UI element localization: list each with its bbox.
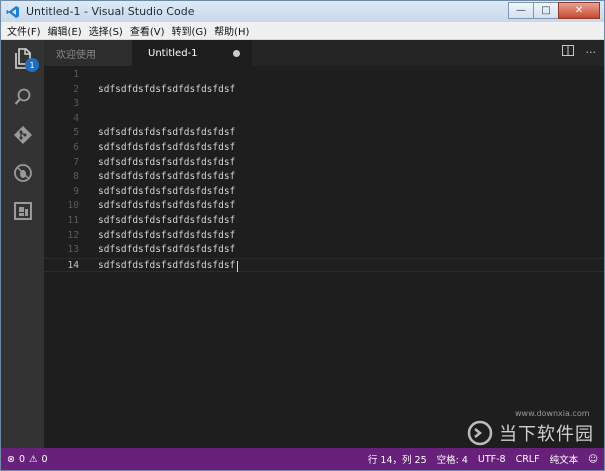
git-icon[interactable] bbox=[1, 116, 44, 154]
window-controls: — □ ✕ bbox=[508, 2, 600, 19]
line-number: 7 bbox=[73, 156, 79, 168]
watermark-text: 当下软件园 bbox=[499, 424, 594, 445]
encoding[interactable]: UTF-8 bbox=[478, 454, 506, 465]
editor-actions: ··· bbox=[550, 45, 597, 59]
tab-untitled-1[interactable]: Untitled-1 bbox=[132, 40, 252, 66]
warning-icon: ⚠ bbox=[29, 453, 38, 465]
editor-line[interactable]: 12 sdfsdfdsfdsfsdfdsfdsfdsf bbox=[44, 229, 604, 244]
editor-line[interactable]: 9 sdfsdfdsfdsfsdfdsfdsfdsf bbox=[44, 185, 604, 200]
cursor-position[interactable]: 行 14，列 25 bbox=[368, 452, 427, 466]
menu-view[interactable]: 查看(V) bbox=[130, 23, 165, 38]
more-actions-icon[interactable]: ··· bbox=[586, 46, 597, 59]
line-text: sdfsdfdsfdsfsdfdsfdsfdsf bbox=[98, 244, 236, 256]
error-icon: ⊗ bbox=[7, 453, 15, 465]
watermark-logo-icon bbox=[467, 420, 493, 446]
editor-area[interactable]: 1 2 sdfsdfdsfdsfsdfdsfdsfdsf 3 4 5 sdfsdfdsfds… bbox=[44, 66, 604, 448]
tab-bar: 欢迎使用 Untitled-1 ··· bbox=[44, 40, 604, 66]
watermark-url: www.downxia.com bbox=[515, 409, 590, 418]
tab-welcome[interactable]: 欢迎使用 bbox=[44, 40, 132, 66]
minimize-button[interactable]: — bbox=[508, 2, 534, 19]
line-number: 1 bbox=[73, 69, 79, 80]
tab-label: Untitled-1 bbox=[148, 47, 198, 59]
activity-bar: 1 bbox=[1, 40, 44, 448]
language-mode[interactable]: 纯文本 bbox=[550, 452, 579, 466]
unsaved-dot-icon[interactable] bbox=[233, 50, 240, 57]
line-number: 5 bbox=[73, 127, 79, 139]
text-cursor bbox=[237, 260, 238, 272]
editor-line[interactable]: 6 sdfsdfdsfdsfsdfdsfdsfdsf bbox=[44, 141, 604, 156]
line-number: 6 bbox=[73, 142, 79, 153]
vscode-window: Untitled-1 - Visual Studio Code — □ ✕ 文件… bbox=[0, 0, 605, 471]
line-number: 8 bbox=[73, 171, 79, 183]
line-number: 14 bbox=[67, 259, 79, 271]
line-text: sdfsdfdsfdsfsdfdsfdsfdsf bbox=[98, 142, 236, 153]
title-bar: Untitled-1 - Visual Studio Code — □ ✕ bbox=[1, 1, 604, 22]
line-text: sdfsdfdsfdsfsdfdsfdsfdsf bbox=[98, 83, 236, 95]
explorer-badge: 1 bbox=[25, 58, 39, 72]
line-text: sdfsdfdsfdsfsdfdsfdsfdsf bbox=[98, 171, 236, 183]
line-number: 12 bbox=[67, 229, 79, 241]
editor-line[interactable]: 8 sdfsdfdsfdsfsdfdsfdsfdsf bbox=[44, 170, 604, 185]
editor-line[interactable]: 5 sdfsdfdsfdsfsdfdsfdsfdsf bbox=[44, 126, 604, 141]
editor-line[interactable]: 4 bbox=[44, 112, 604, 127]
warning-count: 0 bbox=[41, 453, 48, 465]
menu-edit[interactable]: 编辑(E) bbox=[48, 23, 82, 38]
line-number: 9 bbox=[73, 185, 79, 197]
line-text: sdfsdfdsfdsfsdfdsfdsfdsf bbox=[98, 259, 236, 271]
menu-selection[interactable]: 选择(S) bbox=[89, 23, 123, 38]
extensions-icon[interactable] bbox=[1, 192, 44, 230]
vscode-logo-icon bbox=[6, 5, 20, 19]
menu-goto[interactable]: 转到(G) bbox=[172, 23, 208, 38]
line-text: sdfsdfdsfdsfsdfdsfdsfdsf bbox=[98, 215, 236, 226]
tab-label: 欢迎使用 bbox=[56, 49, 96, 61]
maximize-button[interactable]: □ bbox=[533, 2, 559, 19]
menu-file[interactable]: 文件(F) bbox=[7, 23, 41, 38]
line-number: 4 bbox=[73, 112, 79, 124]
problems-indicator[interactable]: ⊗ 0 ⚠ 0 bbox=[7, 454, 52, 465]
split-editor-icon[interactable] bbox=[561, 45, 574, 59]
editor-line[interactable]: 11 sdfsdfdsfdsfsdfdsfdsfdsf bbox=[44, 214, 604, 229]
line-ending[interactable]: CRLF bbox=[516, 454, 540, 465]
editor-line[interactable]: 7 sdfsdfdsfdsfsdfdsfdsfdsf bbox=[44, 156, 604, 171]
line-number: 13 bbox=[67, 244, 79, 256]
line-number: 11 bbox=[67, 215, 79, 226]
close-button[interactable]: ✕ bbox=[558, 2, 600, 19]
line-number: 3 bbox=[73, 98, 79, 110]
line-text: sdfsdfdsfdsfsdfdsfdsfdsf bbox=[98, 229, 236, 241]
line-text: sdfsdfdsfdsfsdfdsfdsfdsf bbox=[98, 127, 236, 139]
explorer-icon[interactable]: 1 bbox=[1, 40, 44, 78]
line-number: 2 bbox=[73, 83, 79, 95]
line-text: sdfsdfdsfdsfsdfdsfdsfdsf bbox=[98, 200, 236, 212]
feedback-icon[interactable]: ☺ bbox=[588, 454, 598, 465]
line-number: 10 bbox=[67, 200, 79, 212]
editor-line[interactable]: 3 bbox=[44, 97, 604, 112]
line-text: sdfsdfdsfdsfsdfdsfdsfdsf bbox=[98, 156, 236, 168]
menu-bar: 文件(F) 编辑(E) 选择(S) 查看(V) 转到(G) 帮助(H) bbox=[1, 22, 604, 40]
menu-help[interactable]: 帮助(H) bbox=[214, 23, 249, 38]
error-count: 0 bbox=[18, 453, 26, 465]
editor-line[interactable]: 10 sdfsdfdsfdsfsdfdsfdsfdsf bbox=[44, 199, 604, 214]
indentation[interactable]: 空格: 4 bbox=[437, 452, 468, 466]
status-bar: ⊗ 0 ⚠ 0 行 14，列 25 空格: 4 UTF-8 CRLF 纯文本 ☺ bbox=[1, 448, 604, 470]
window-title: Untitled-1 - Visual Studio Code bbox=[26, 5, 195, 18]
status-items: 行 14，列 25 空格: 4 UTF-8 CRLF 纯文本 ☺ bbox=[358, 452, 598, 467]
editor-line[interactable]: 1 bbox=[44, 68, 604, 83]
watermark: www.downxia.com 当下软件园 bbox=[467, 409, 597, 447]
editor-line[interactable]: 13 sdfsdfdsfdsfsdfdsfdsfdsf bbox=[44, 243, 604, 258]
line-text: sdfsdfdsfdsfsdfdsfdsfdsf bbox=[98, 185, 236, 197]
search-icon[interactable] bbox=[1, 78, 44, 116]
editor-line[interactable]: 2 sdfsdfdsfdsfsdfdsfdsfdsf bbox=[44, 83, 604, 98]
debug-icon[interactable] bbox=[1, 154, 44, 192]
editor-line-current[interactable]: 14 sdfsdfdsfdsfsdfdsfdsfdsf bbox=[44, 257, 604, 273]
